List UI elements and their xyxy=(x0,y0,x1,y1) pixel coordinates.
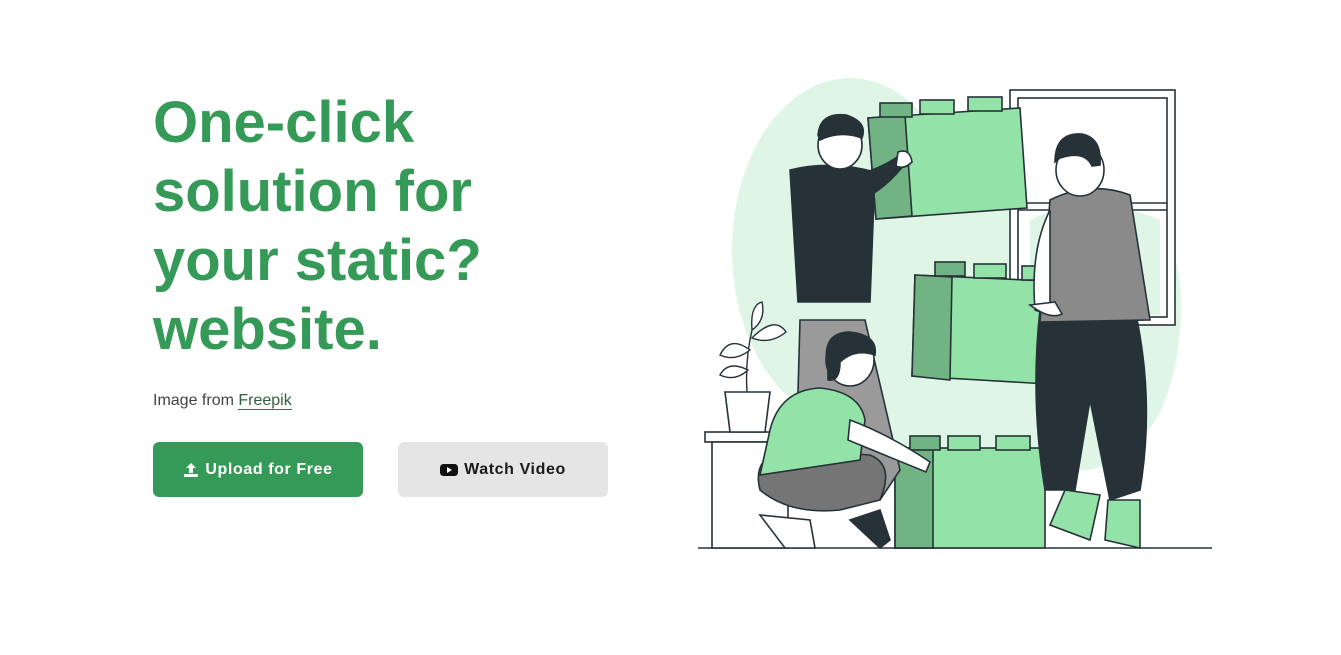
watch-button-label: Watch Video xyxy=(464,460,566,478)
headline-line-2: solution for xyxy=(153,159,472,224)
headline-line-4: website. xyxy=(153,297,382,362)
headline-line-1: One-click xyxy=(153,90,415,155)
hero-text-block: One-click solution for your static? webs… xyxy=(153,88,623,410)
image-credit: Image from Freepik xyxy=(153,392,623,410)
youtube-play-icon xyxy=(440,463,459,477)
freepik-link[interactable]: Freepik xyxy=(238,392,292,410)
upload-button-label: Upload for Free xyxy=(205,460,333,478)
credit-prefix: Image from xyxy=(153,392,239,409)
watch-video-button[interactable]: Watch Video xyxy=(398,442,608,497)
headline-line-3: your static? xyxy=(153,228,482,293)
cta-buttons: Upload for Free Watch Video xyxy=(153,442,608,497)
hero-headline: One-click solution for your static? webs… xyxy=(153,88,623,364)
landing-hero: One-click solution for your static? webs… xyxy=(0,0,1341,655)
upload-for-free-button[interactable]: Upload for Free xyxy=(153,442,363,497)
people-stacking-blocks-illustration xyxy=(690,70,1220,560)
upload-icon xyxy=(183,462,199,478)
